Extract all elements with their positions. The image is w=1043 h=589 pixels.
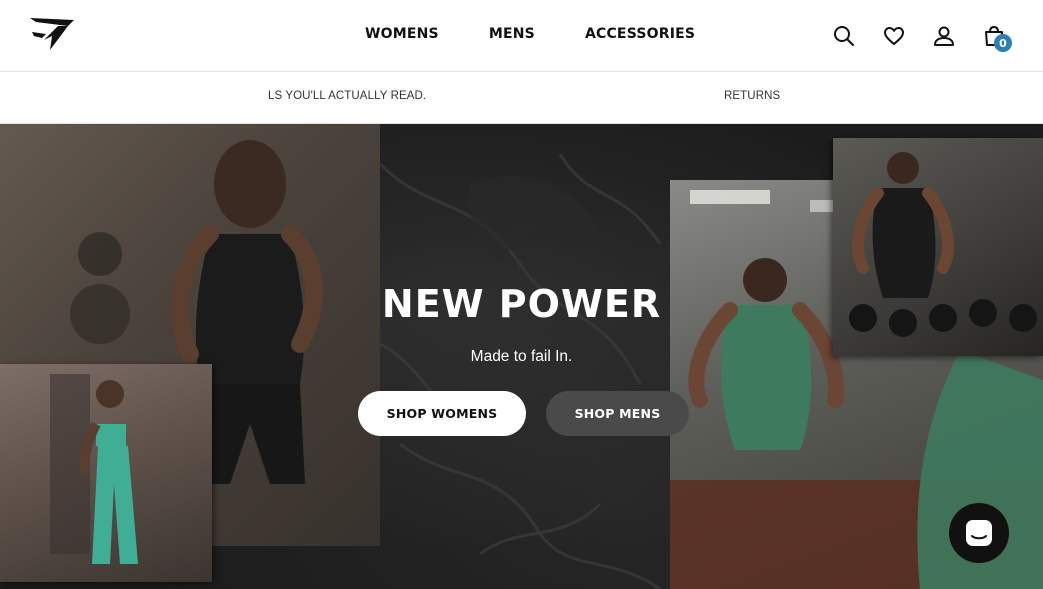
bag-count-badge: 0 [994, 34, 1012, 52]
shop-mens-button[interactable]: SHOP MENS [546, 391, 689, 436]
site-header: WOMENS MENS ACCESSORIES 0 [0, 0, 1043, 72]
search-icon[interactable] [832, 24, 856, 48]
chat-launcher-button[interactable] [949, 503, 1009, 563]
gymshark-logo[interactable] [28, 16, 76, 52]
promo-text-left[interactable]: LS YOU'LL ACTUALLY READ. [268, 90, 426, 102]
promo-strip: LS YOU'LL ACTUALLY READ. RETURNS [0, 72, 1043, 124]
chat-icon [966, 520, 992, 546]
main-nav: WOMENS MENS ACCESSORIES [365, 26, 695, 42]
account-icon[interactable] [932, 24, 956, 48]
shop-womens-button[interactable]: SHOP WOMENS [358, 391, 526, 436]
nav-accessories[interactable]: ACCESSORIES [585, 26, 695, 42]
hero-subtitle: Made to fail In. [470, 348, 573, 365]
heart-icon[interactable] [882, 24, 906, 48]
hero-banner: NEW POWER Made to fail In. SHOP WOMENS S… [0, 124, 1043, 589]
hero-title: NEW POWER [381, 282, 662, 326]
hero-photo-women-secondary [0, 364, 212, 582]
nav-mens[interactable]: MENS [489, 26, 535, 42]
nav-womens[interactable]: WOMENS [365, 26, 439, 42]
promo-text-right[interactable]: RETURNS [724, 90, 780, 102]
